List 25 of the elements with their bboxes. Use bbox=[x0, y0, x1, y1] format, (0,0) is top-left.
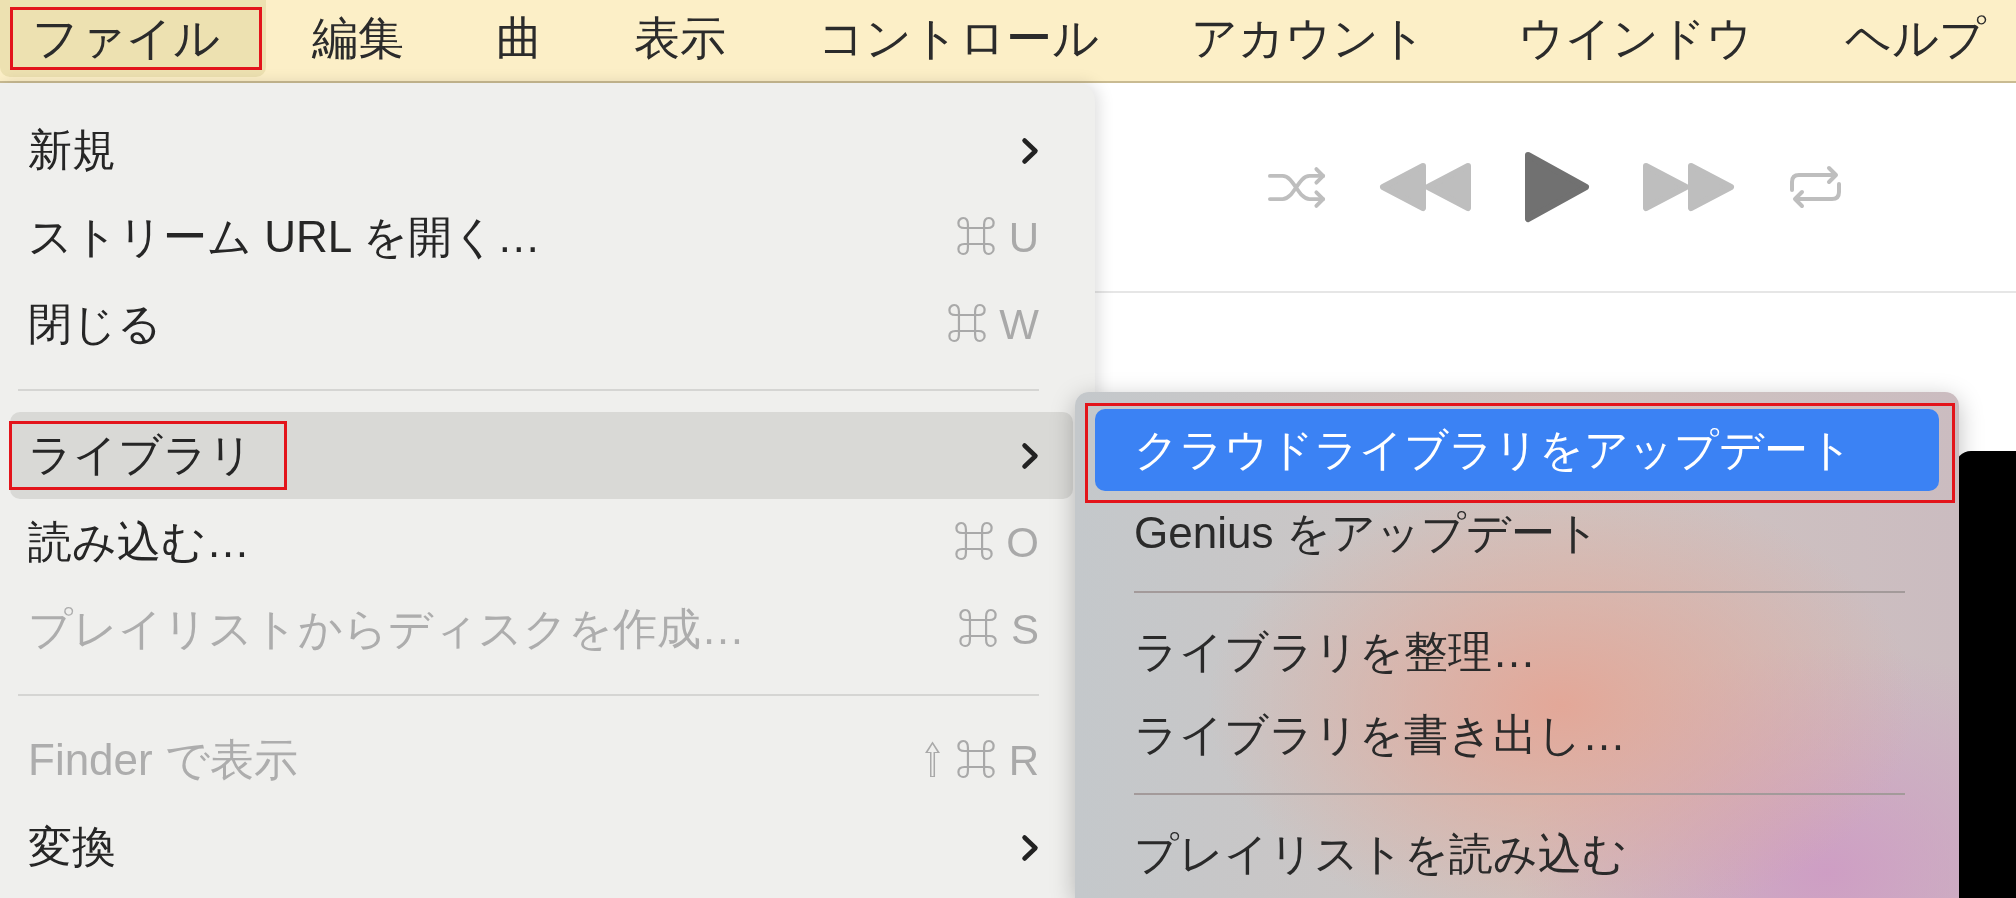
menu-bar-item[interactable]: 編集 bbox=[266, 0, 450, 77]
menu-bar-item[interactable]: ウインドウ bbox=[1472, 0, 1799, 77]
keyboard-shortcut: ⌘ S bbox=[957, 605, 1039, 655]
menu-item[interactable]: ストリーム URL を開く… ⌘ U bbox=[10, 194, 1073, 281]
menu-item[interactable]: ライブラリを整理… bbox=[1095, 611, 1939, 693]
menu-item[interactable]: ライブラリ bbox=[10, 412, 1073, 499]
keyboard-shortcut: ⌘ W bbox=[945, 300, 1039, 350]
menu-bar-item[interactable]: 表示 bbox=[588, 0, 772, 77]
keyboard-shortcut: ⌘ U bbox=[955, 213, 1039, 263]
keyboard-shortcut: ⌘ O bbox=[952, 518, 1039, 568]
menu-item[interactable]: クラウドライブラリをアップデート bbox=[1095, 409, 1939, 491]
menu-bar-item[interactable]: 曲 bbox=[450, 0, 588, 77]
menu-item[interactable]: 新規 bbox=[10, 107, 1073, 194]
menu-bar-item[interactable]: アカウント bbox=[1145, 0, 1472, 77]
menu-item[interactable]: Genius をアップデート bbox=[1095, 492, 1939, 574]
menu-bar-item[interactable]: ファイル bbox=[0, 0, 266, 77]
menu-item[interactable]: プレイリストを読み込む bbox=[1095, 813, 1939, 895]
menu-item[interactable]: 読み込む… ⌘ O bbox=[10, 499, 1073, 586]
menu-item[interactable]: 閉じる ⌘ W bbox=[10, 281, 1073, 368]
menu-bar-item[interactable]: コントロール bbox=[772, 0, 1145, 77]
menu-item[interactable]: 変換 bbox=[10, 804, 1073, 891]
keyboard-shortcut: ⇧ ⌘ R bbox=[922, 736, 1039, 786]
menu-item[interactable]: ライブラリを書き出し… bbox=[1095, 694, 1939, 776]
play-icon[interactable] bbox=[1523, 151, 1590, 223]
menu-bar-item[interactable]: ヘルプ bbox=[1799, 0, 2016, 77]
